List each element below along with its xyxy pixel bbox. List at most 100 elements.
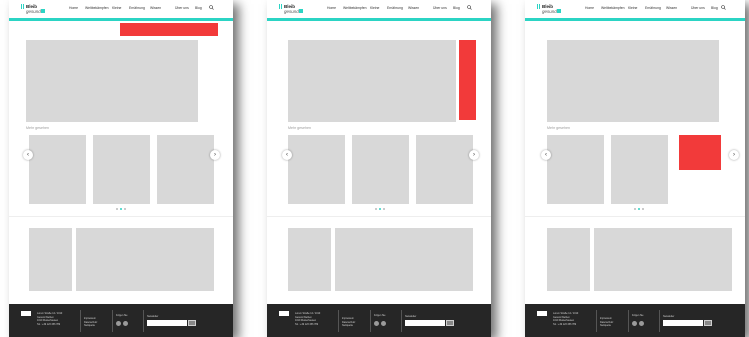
highlight-hero-side-panel (459, 40, 476, 120)
carousel-card[interactable] (611, 135, 668, 204)
nav-item[interactable]: Wissen (408, 6, 419, 10)
section-divider (525, 216, 745, 217)
facebook-icon[interactable] (374, 321, 379, 326)
nav-item[interactable]: Wissen (150, 6, 161, 10)
carousel-dot-active[interactable] (379, 208, 381, 210)
newsletter-input[interactable] (405, 320, 445, 326)
logo[interactable]: Bleib gesund! (537, 4, 561, 16)
instagram-icon[interactable] (639, 321, 644, 326)
instagram-icon[interactable] (123, 321, 128, 326)
hero-placeholder (547, 40, 719, 122)
footer-address: Lorem Straße 12 / 1010 Gesund bleiben 101… (553, 312, 579, 326)
nav-item[interactable]: Weltbekämpfen (343, 6, 367, 10)
highlight-carousel-card (679, 135, 721, 170)
logo[interactable]: Bleib gesund! (21, 4, 45, 16)
carousel-prev-button[interactable]: ‹ (282, 150, 292, 160)
top-nav: Bleib gesund! Home Weltbekämpfen Kleine … (525, 0, 745, 21)
footer-newsletter-label: Newsletter (663, 315, 675, 318)
newsletter-submit-button[interactable] (446, 320, 454, 326)
facebook-icon[interactable] (116, 321, 121, 326)
nav-item[interactable]: Weltbekämpfen (601, 6, 625, 10)
newsletter-submit-button[interactable] (704, 320, 712, 326)
footer-logo[interactable] (537, 311, 547, 316)
carousel-next-button[interactable]: › (469, 150, 479, 160)
hero-placeholder (26, 40, 198, 122)
carousel-card[interactable] (157, 135, 214, 204)
logo-line2: gesund! (26, 9, 43, 14)
carousel-prev-button[interactable]: ‹ (23, 150, 33, 160)
newsletter-input[interactable] (663, 320, 703, 326)
page-variant-2: Bleib gesund! Home Weltbekämpfen Kleine … (267, 0, 491, 337)
teaser-large (335, 228, 473, 291)
footer-divider (338, 310, 339, 332)
carousel-card[interactable] (288, 135, 345, 204)
facebook-icon[interactable] (632, 321, 637, 326)
carousel-card[interactable] (547, 135, 604, 204)
newsletter-submit-button[interactable] (188, 320, 196, 326)
footer-divider (80, 310, 81, 332)
nav-item[interactable]: Home (69, 6, 78, 10)
nav-item[interactable]: Wissen (666, 6, 677, 10)
nav-item[interactable]: Kleine (628, 6, 637, 10)
logo-mark-icon (537, 4, 540, 9)
carousel-next-button[interactable]: › (210, 150, 220, 160)
carousel-dot-active[interactable] (120, 208, 122, 210)
nav-item[interactable]: Ernährung (645, 6, 661, 10)
nav-item[interactable]: Über uns (175, 6, 189, 10)
carousel-dot[interactable] (634, 208, 636, 210)
footer-divider (401, 310, 402, 332)
teaser-small (288, 228, 331, 291)
footer: Lorem Straße 12 / 1010 Gesund bleiben 101… (9, 304, 233, 337)
carousel-card[interactable] (352, 135, 409, 204)
logo-mark-icon (21, 4, 24, 9)
carousel-card[interactable] (93, 135, 150, 204)
footer-follow-label: Folgen Sie (632, 314, 644, 317)
instagram-icon[interactable] (381, 321, 386, 326)
footer-divider (143, 310, 144, 332)
footer-divider (628, 310, 629, 332)
logo-badge-icon (41, 9, 45, 13)
logo[interactable]: Bleib gesund! (279, 4, 303, 16)
nav-item[interactable]: Über uns (433, 6, 447, 10)
footer-follow-label: Folgen Sie (374, 314, 386, 317)
search-icon[interactable] (467, 5, 472, 10)
section-divider (267, 216, 491, 217)
footer-newsletter-label: Newsletter (405, 315, 417, 318)
nav-item[interactable]: Home (585, 6, 594, 10)
carousel-next-button[interactable]: › (729, 150, 739, 160)
footer-link[interactable]: Netiquette (600, 324, 613, 328)
nav-item[interactable]: Ernährung (129, 6, 145, 10)
top-nav: Bleib gesund! Home Weltbekämpfen Kleine … (9, 0, 233, 21)
nav-item[interactable]: Blog (711, 6, 718, 10)
footer-links: Impressum Datenschutz Netiquette (600, 317, 613, 328)
carousel-prev-button[interactable]: ‹ (541, 150, 551, 160)
footer-link[interactable]: Netiquette (84, 324, 97, 328)
logo-line2: gesund! (542, 9, 559, 14)
footer-logo[interactable] (279, 311, 289, 316)
section-label: Mehr gesehen (547, 126, 570, 130)
footer-logo[interactable] (21, 311, 31, 316)
nav-item[interactable]: Blog (195, 6, 202, 10)
carousel-dot[interactable] (116, 208, 118, 210)
carousel-dot[interactable] (375, 208, 377, 210)
search-icon[interactable] (721, 5, 726, 10)
footer-link[interactable]: Netiquette (342, 324, 355, 328)
footer-address: Lorem Straße 12 / 1010 Gesund bleiben 101… (37, 312, 63, 326)
carousel-dot[interactable] (642, 208, 644, 210)
footer-address: Lorem Straße 12 / 1010 Gesund bleiben 101… (295, 312, 321, 326)
nav-item[interactable]: Weltbekämpfen (85, 6, 109, 10)
nav-item[interactable]: Blog (453, 6, 460, 10)
nav-item[interactable]: Über uns (691, 6, 705, 10)
nav-item[interactable]: Kleine (112, 6, 121, 10)
logo-badge-icon (557, 9, 561, 13)
newsletter-input[interactable] (147, 320, 187, 326)
nav-item[interactable]: Ernährung (387, 6, 403, 10)
search-icon[interactable] (209, 5, 214, 10)
nav-item[interactable]: Kleine (370, 6, 379, 10)
carousel-dot[interactable] (124, 208, 126, 210)
nav-item[interactable]: Home (327, 6, 336, 10)
carousel-card[interactable] (416, 135, 473, 204)
carousel-dot[interactable] (383, 208, 385, 210)
carousel-dot-active[interactable] (638, 208, 640, 210)
carousel-card[interactable] (29, 135, 86, 204)
